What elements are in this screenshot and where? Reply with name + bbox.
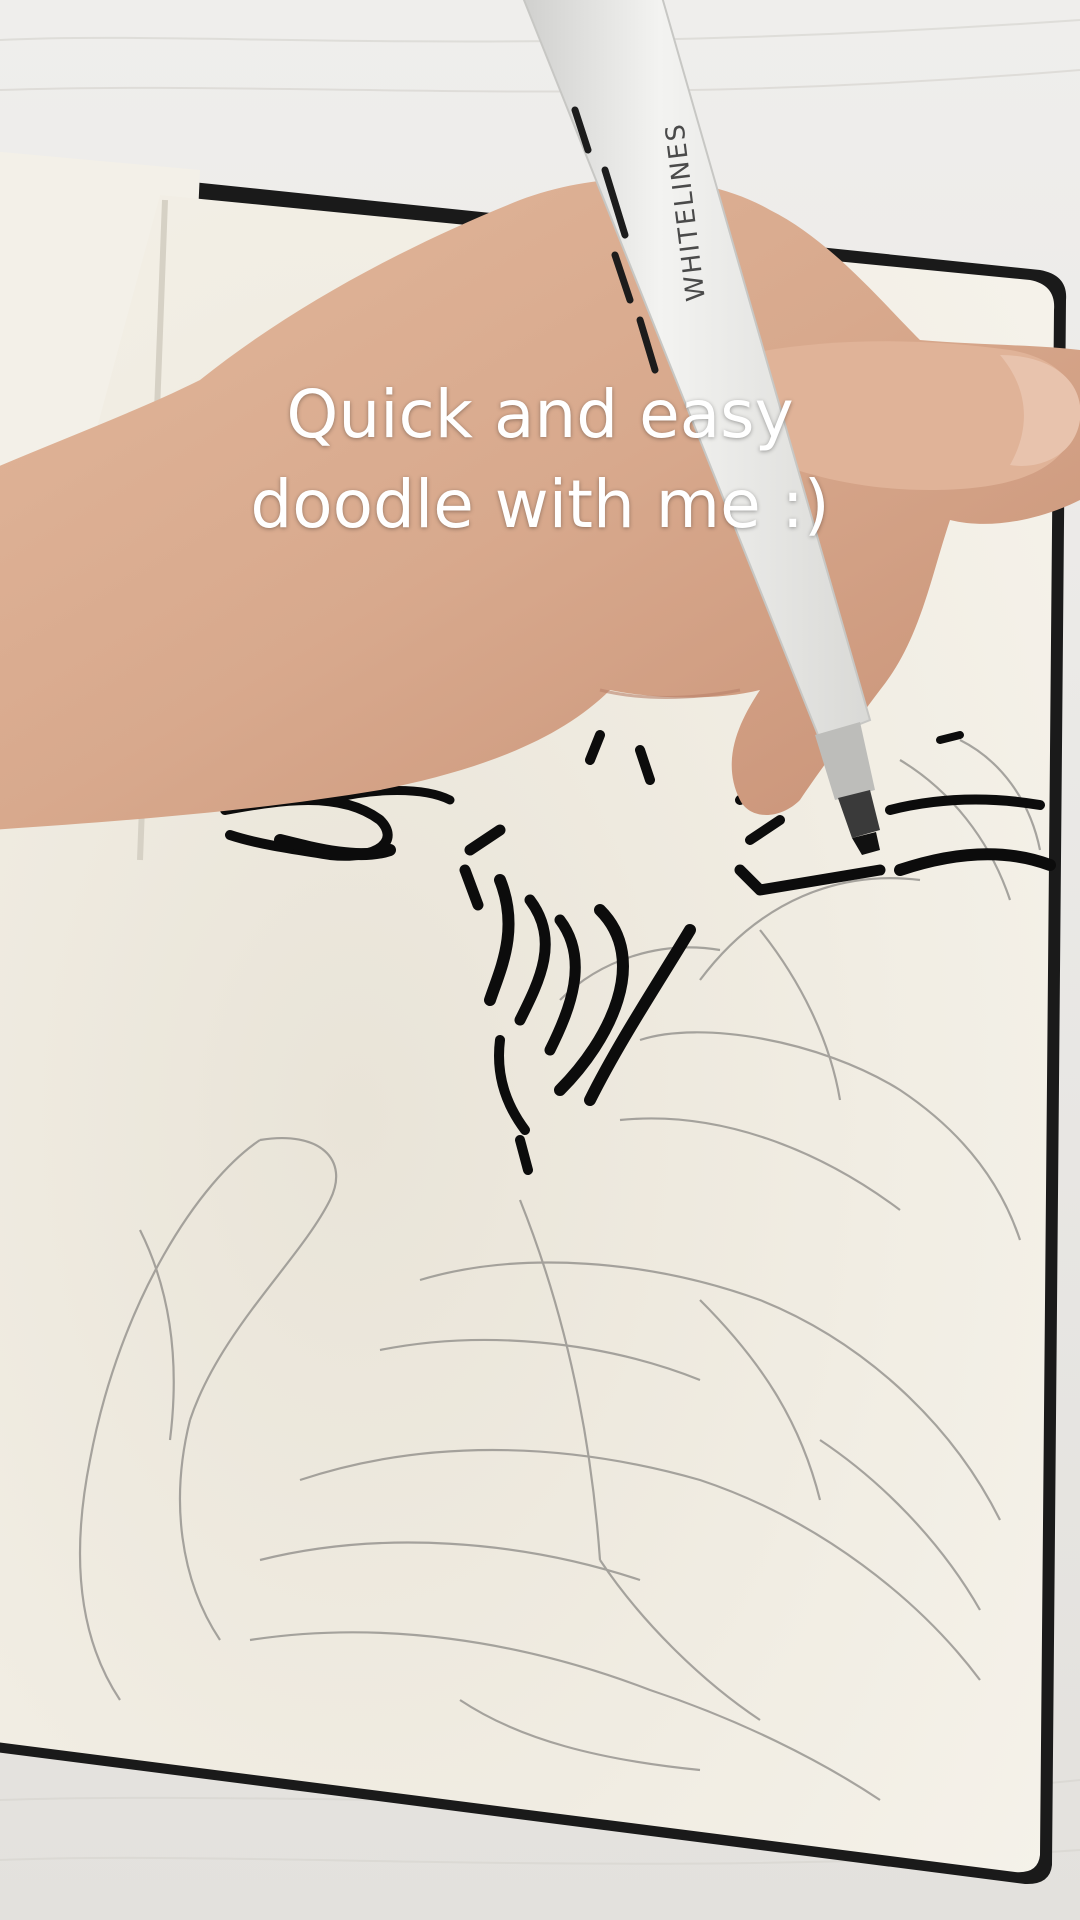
caption-line-2: doodle with me :) <box>250 466 830 543</box>
caption-line-1: Quick and easy <box>286 376 794 453</box>
photo-scene: WHITELINES <box>0 0 1080 1920</box>
video-caption: Quick and easy doodle with me :) <box>0 370 1080 550</box>
